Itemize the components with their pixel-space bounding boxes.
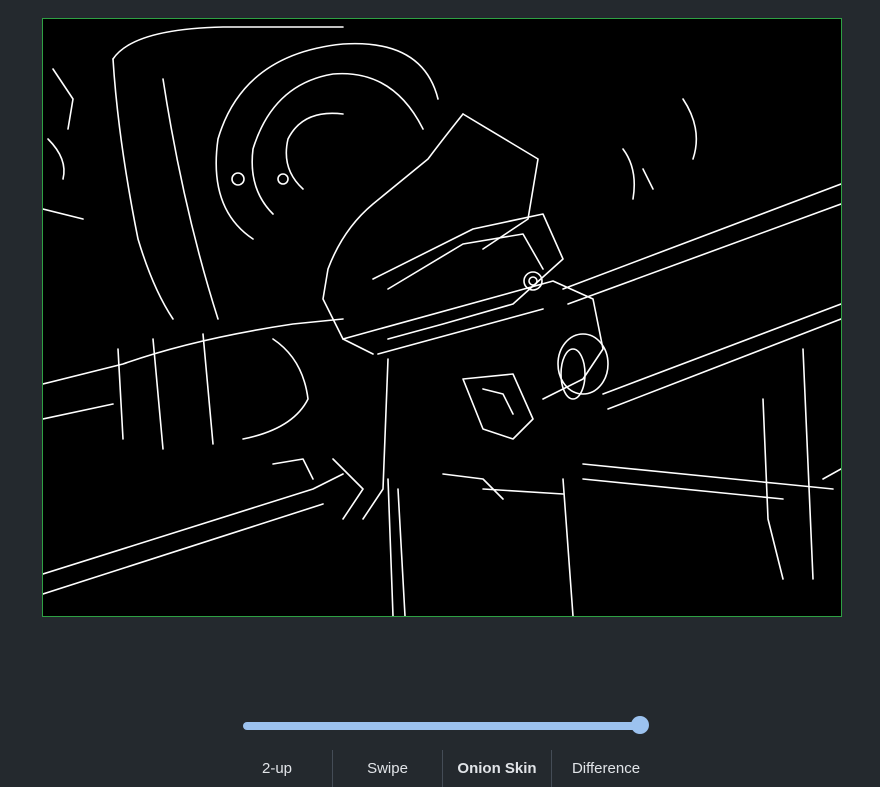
tab-difference[interactable]: Difference bbox=[551, 750, 660, 787]
tab-onion-skin[interactable]: Onion Skin bbox=[442, 750, 551, 787]
slider-track[interactable] bbox=[243, 722, 640, 730]
tab-2-up[interactable]: 2-up bbox=[222, 750, 332, 787]
diff-image-frame bbox=[42, 18, 842, 617]
slider-thumb[interactable] bbox=[631, 716, 649, 734]
view-mode-tabs: 2-up Swipe Onion Skin Difference bbox=[222, 750, 660, 787]
tab-swipe[interactable]: Swipe bbox=[332, 750, 442, 787]
edge-image bbox=[43, 26, 841, 616]
onion-skin-slider[interactable] bbox=[243, 716, 649, 736]
